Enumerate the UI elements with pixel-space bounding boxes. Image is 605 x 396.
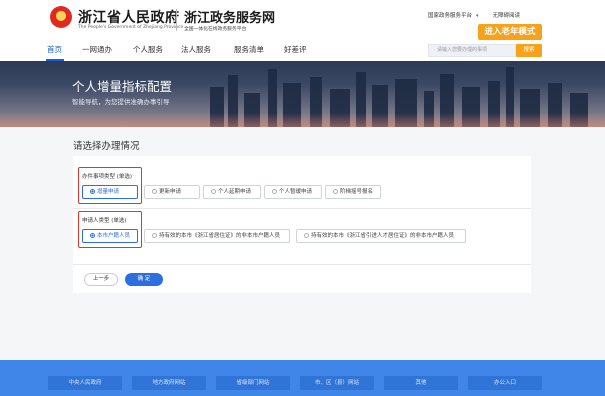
section-divider <box>73 264 531 265</box>
option-update-apply[interactable]: 更新申请 <box>144 185 200 199</box>
search-button[interactable]: 搜索 <box>516 44 542 57</box>
top-links: 国家政务服务平台 ▾ 无障碍阅读 <box>428 11 520 19</box>
radio-icon <box>211 189 216 194</box>
radio-selected-icon <box>90 233 95 238</box>
radio-selected-icon <box>90 189 95 194</box>
option-increment-apply[interactable]: 增量申请 <box>82 185 138 199</box>
service-title[interactable]: 浙江政务服务网 <box>184 7 275 26</box>
applicant-type-label: 申请人类型 (单选) <box>82 218 127 224</box>
elder-mode-button[interactable]: 进入老年模式 <box>478 24 542 40</box>
footer-link-local-gov[interactable]: 地方政府网站 <box>132 376 206 390</box>
footer-link-office-portal[interactable]: 办公入口 <box>468 376 542 390</box>
site-header: 浙江省人民政府 The People's Government of Zheji… <box>0 0 605 40</box>
option-ladder-lottery[interactable]: 阶梯摇号报名 <box>325 185 381 199</box>
radio-icon <box>304 233 309 238</box>
nav-item-legal[interactable]: 法人服务 <box>181 44 211 55</box>
gov-subtitle: The People's Government of Zhejiang Prov… <box>78 25 184 30</box>
gov-title[interactable]: 浙江省人民政府 <box>78 7 180 27</box>
previous-step-button[interactable]: 上一步 <box>84 273 118 286</box>
page-title: 请选择办理情况 <box>73 141 140 152</box>
option-local-resident[interactable]: 本市户籍人员 <box>82 229 138 243</box>
platform-link[interactable]: 国家政务服务平台 <box>428 13 472 19</box>
radio-icon <box>152 233 157 238</box>
nav-item-service-list[interactable]: 服务清单 <box>234 44 264 55</box>
radio-icon <box>272 189 277 194</box>
footer-link-city-county[interactable]: 市、区（县）网站 <box>300 376 374 390</box>
nav-item-home[interactable]: 首页 <box>47 44 62 55</box>
banner-subtitle: 智能导航，为您提供准确办事引导 <box>72 98 170 106</box>
radio-icon <box>152 189 157 194</box>
section-divider <box>73 208 531 209</box>
main-nav: 首页 一网通办 个人服务 法人服务 服务清单 好差评 请输入您要办理的事项 搜索 <box>0 40 605 61</box>
radio-icon <box>333 189 338 194</box>
footer-link-provincial-dept[interactable]: 省级部门网站 <box>216 376 290 390</box>
option-residence-permit-holder[interactable]: 持有效的本市《浙江省居住证》的非本市户籍人员 <box>144 229 290 243</box>
footer-link-central-gov[interactable]: 中央人民政府 <box>48 376 122 390</box>
accessible-reading-link[interactable]: 无障碍阅读 <box>493 13 521 19</box>
header-divider <box>176 9 177 31</box>
confirm-button[interactable]: 确 定 <box>125 273 163 286</box>
page-banner: 个人增量指标配置 智能导航，为您提供准确办事引导 <box>0 61 605 127</box>
nav-item-one-stop[interactable]: 一网通办 <box>82 44 112 55</box>
nav-item-review[interactable]: 好差评 <box>284 44 307 55</box>
item-type-label: 办件事项类型 (单选) <box>82 174 133 180</box>
option-suspend-apply[interactable]: 个人暂缓申请 <box>264 185 322 199</box>
nav-item-personal[interactable]: 个人服务 <box>133 44 163 55</box>
option-extension-apply[interactable]: 个人延期申请 <box>203 185 261 199</box>
service-subtitle: 全国一体化在线政务服务平台 <box>184 27 247 32</box>
search-input[interactable]: 请输入您要办理的事项 <box>428 44 516 57</box>
chevron-down-icon[interactable]: ▾ <box>476 13 479 19</box>
footer-link-other[interactable]: 其他 <box>384 376 458 390</box>
national-emblem-icon <box>50 6 72 28</box>
banner-title: 个人增量指标配置 <box>72 79 173 94</box>
option-talent-permit-holder[interactable]: 持有效的本市《浙江省引进人才居住证》的非本市户籍人员 <box>296 229 466 243</box>
